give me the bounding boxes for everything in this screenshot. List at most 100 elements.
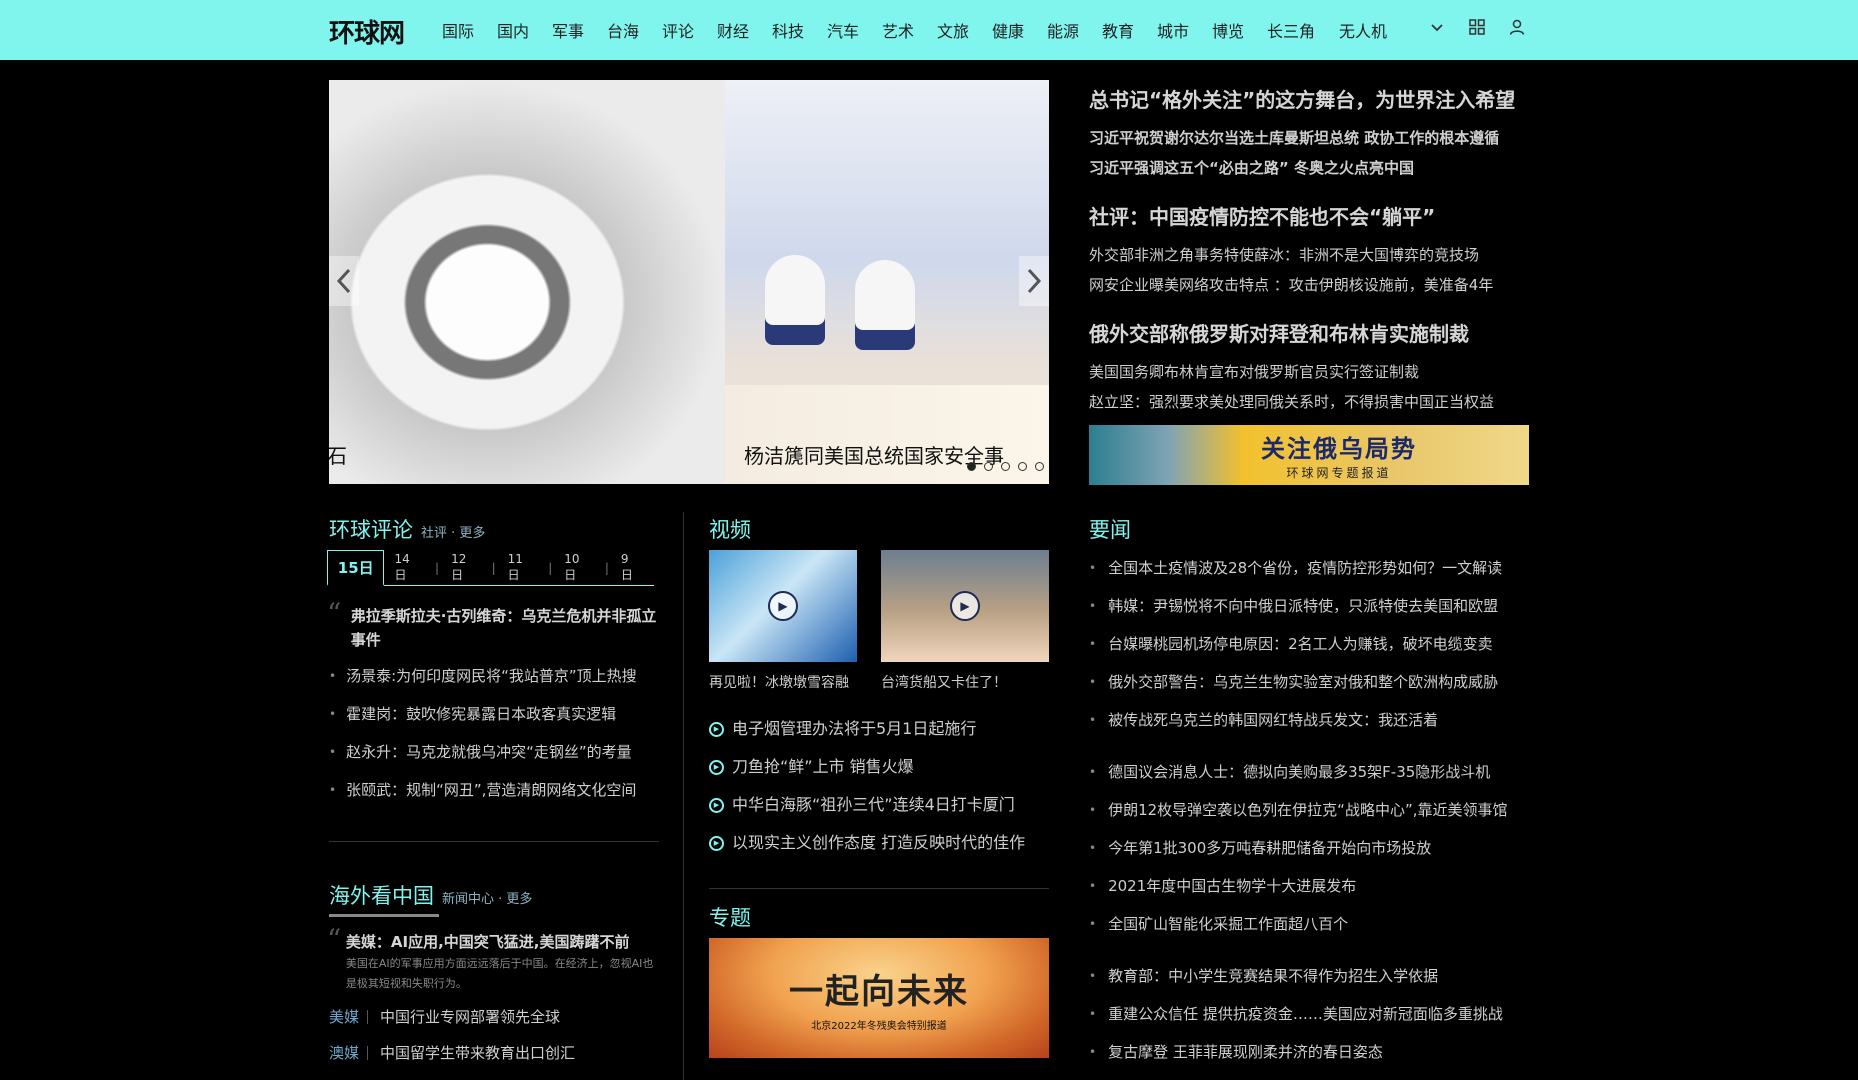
video-caption[interactable]: 再见啦！冰墩墩雪容融: [709, 672, 849, 692]
nav-item-health[interactable]: 健康: [992, 18, 1047, 42]
list-item[interactable]: • 重建公众信任 提供抗疫资金……美国应对新冠面临多重挑战: [1089, 995, 1503, 1033]
video-thumb[interactable]: ▶: [881, 550, 1049, 662]
nav-item-energy[interactable]: 能源: [1047, 18, 1102, 42]
list-item[interactable]: • 汤景泰:为何印度网民将“我站普京”顶上热搜: [329, 657, 637, 695]
tab-11[interactable]: 11日: [508, 552, 535, 583]
headline-main[interactable]: 社评：中国疫情防控不能也不会“躺平”: [1089, 201, 1529, 230]
slider-dot[interactable]: [1001, 462, 1010, 471]
section-title[interactable]: 海外看中国: [329, 880, 434, 910]
slide-caption[interactable]: 杨洁篪同美国总统国家安全事: [744, 440, 1004, 469]
list-item[interactable]: • 俄外交部警告：乌克兰生物实验室对俄和整个欧洲构成威胁: [1089, 663, 1502, 701]
site-logo[interactable]: 环球网: [329, 13, 405, 50]
tab-12[interactable]: 12日: [451, 552, 478, 583]
nav-item-finance[interactable]: 财经: [717, 18, 772, 42]
section-title[interactable]: 视频: [709, 514, 751, 544]
list-item[interactable]: • 2021年度中国古生物学十大进展发布: [1089, 867, 1507, 905]
headline-sub[interactable]: 赵立坚：强烈要求美处理同俄关系时，不得损害中国正当权益: [1089, 387, 1529, 417]
play-circle-icon: ▶: [709, 721, 724, 737]
hero-slider[interactable]: 石 杨洁篪同美国总统国家安全事: [329, 80, 1049, 484]
list-item[interactable]: ▶ 中华白海豚“祖孙三代”连续4日打卡厦门: [709, 786, 1025, 824]
list-item[interactable]: • 今年第1批300多万吨春耕肥储备开始向市场投放: [1089, 829, 1507, 867]
slider-dot[interactable]: [1035, 462, 1044, 471]
nav-item-education[interactable]: 教育: [1102, 18, 1157, 42]
list-item[interactable]: • 德国议会消息人士：德拟向美购最多35架F-35隐形战斗机: [1089, 753, 1507, 791]
nav-item-military[interactable]: 军事: [552, 18, 607, 42]
region-row[interactable]: 美媒 中国行业专网部署领先全球: [329, 1006, 560, 1027]
list-item[interactable]: ▶ 电子烟管理办法将于5月1日起施行: [709, 710, 1025, 748]
nav-item-tech[interactable]: 科技: [772, 18, 827, 42]
list-item[interactable]: • 全国本土疫情波及28个省份，疫情防控形势如何？一文解读: [1089, 549, 1502, 587]
featured-overseas-title[interactable]: 美媒：AI应用,中国突飞猛进,美国踌躇不前: [346, 930, 657, 954]
region-text[interactable]: 中国留学生带来教育出口创汇: [380, 1042, 575, 1063]
topic-section-header: 专题: [709, 902, 751, 932]
slider-prev-button[interactable]: [329, 256, 359, 306]
chevron-right-icon: [1027, 268, 1042, 294]
nav-item-art[interactable]: 艺术: [882, 18, 937, 42]
section-title[interactable]: 要闻: [1089, 514, 1131, 544]
featured-overseas[interactable]: “ 美媒：AI应用,中国突飞猛进,美国踌躇不前 美国在AI的军事应用方面远远落后…: [327, 926, 657, 994]
region-text[interactable]: 中国行业专网部署领先全球: [380, 1006, 560, 1027]
list-item[interactable]: • 张颐武：规制“网丑”,营造清朗网络文化空间: [329, 771, 637, 809]
region-tag[interactable]: 美媒: [329, 1006, 361, 1027]
list-item[interactable]: • 韩媒：尹锡悦将不向中俄日派特使，只派特使去美国和欧盟: [1089, 587, 1502, 625]
special-topic-banner[interactable]: 关注俄乌局势 环球网专题报道: [1089, 425, 1529, 485]
headline-main[interactable]: 俄外交部称俄罗斯对拜登和布林肯实施制裁: [1089, 318, 1529, 347]
list-item[interactable]: ▶ 刀鱼抢“鲜”上市 销售火爆: [709, 748, 1025, 786]
nav-item-yangtze-delta[interactable]: 长三角: [1267, 18, 1339, 42]
comment-section-header: 环球评论 社评 · 更多: [329, 514, 485, 544]
column-divider: [683, 512, 684, 1080]
section-title[interactable]: 专题: [709, 902, 751, 932]
nav-item-city[interactable]: 城市: [1157, 18, 1212, 42]
list-item[interactable]: • 教育部：中小学生竞赛结果不得作为招生入学依据: [1089, 957, 1503, 995]
list-item[interactable]: • 复古摩登 王菲菲展现刚柔并济的春日姿态: [1089, 1033, 1503, 1071]
list-item[interactable]: • 台媒曝桃园机场停电原因：2名工人为赚钱，破坏电缆变卖: [1089, 625, 1502, 663]
list-item[interactable]: • 赵永升：马克龙就俄乌冲突“走钢丝”的考量: [329, 733, 637, 771]
main-nav: 国际 国内 军事 台海 评论 财经 科技 汽车 艺术 文旅 健康 能源 教育 城…: [442, 0, 1411, 60]
nav-item-domestic[interactable]: 国内: [497, 18, 552, 42]
tab-10[interactable]: 10日: [564, 552, 591, 583]
slider-dot[interactable]: [967, 462, 976, 471]
top-headlines: 总书记“格外关注”的这方舞台，为世界注入希望 习近平祝贺谢尔达尔当选土库曼斯坦总…: [1089, 84, 1529, 435]
tab-15[interactable]: 15日: [327, 549, 385, 586]
list-item[interactable]: • 全国矿山智能化采掘工作面超八百个: [1089, 905, 1507, 943]
list-item[interactable]: • 被传战死乌克兰的韩国网红特战兵发文：我还活着: [1089, 701, 1502, 739]
nav-item-travel[interactable]: 文旅: [937, 18, 992, 42]
headline-sub[interactable]: 习近平祝贺谢尔达尔当选土库曼斯坦总统 政协工作的根本遵循: [1089, 123, 1529, 153]
topic-banner[interactable]: 一起向未来 北京2022年冬残奥会特别报道: [709, 938, 1049, 1058]
region-tag[interactable]: 澳媒: [329, 1042, 361, 1063]
play-icon: ▶: [768, 591, 798, 621]
section-title[interactable]: 环球评论: [329, 514, 413, 544]
nav-item-opinion[interactable]: 评论: [662, 18, 717, 42]
comment-list: • 汤景泰:为何印度网民将“我站普京”顶上热搜 • 霍建岗：鼓吹修宪暴露日本政客真实…: [329, 657, 637, 809]
region-row[interactable]: 澳媒 中国留学生带来教育出口创汇: [329, 1042, 575, 1063]
headline-sub[interactable]: 美国国务卿布林肯宣布对俄罗斯官员实行签证制裁: [1089, 357, 1529, 387]
nav-item-international[interactable]: 国际: [442, 18, 497, 42]
chevron-down-icon[interactable]: [1428, 18, 1446, 36]
nav-item-auto[interactable]: 汽车: [827, 18, 882, 42]
section-links[interactable]: 新闻中心 · 更多: [442, 888, 532, 907]
video-thumb[interactable]: ▶: [709, 550, 857, 662]
tab-14[interactable]: 14日: [394, 552, 421, 583]
tab-9[interactable]: 9日: [621, 552, 640, 583]
headline-sub[interactable]: 外交部非洲之角事务特使薛冰：非洲不是大国博弈的竞技场: [1089, 240, 1529, 270]
nav-item-taiwan[interactable]: 台海: [607, 18, 662, 42]
list-item[interactable]: • 伊朗12枚导弹空袭以色列在伊拉克“战略中心”,靠近美领事馆: [1089, 791, 1507, 829]
featured-comment[interactable]: “ 弗拉季斯拉夫·古列维奇：乌克兰危机并非孤立事件: [327, 600, 657, 652]
nav-item-expo[interactable]: 博览: [1212, 18, 1267, 42]
headline-sub[interactable]: 习近平强调这五个“必由之路” 冬奥之火点亮中国: [1089, 153, 1529, 183]
news-list: • 德国议会消息人士：德拟向美购最多35架F-35隐形战斗机 • 伊朗12枚导弹空袭…: [1089, 753, 1507, 943]
nav-item-drone[interactable]: 无人机: [1339, 18, 1411, 42]
slider-dot[interactable]: [984, 462, 993, 471]
slider-dot[interactable]: [1018, 462, 1027, 471]
headline-sub[interactable]: 网安企业曝美网络攻击特点 ：攻击伊朗核设施前，美准备4年: [1089, 270, 1529, 300]
slider-next-button[interactable]: [1019, 256, 1049, 306]
video-caption[interactable]: 台湾货船又卡住了！: [881, 672, 1007, 692]
headline-main[interactable]: 总书记“格外关注”的这方舞台，为世界注入希望: [1089, 84, 1529, 113]
grid-menu-icon[interactable]: [1468, 18, 1486, 36]
user-icon[interactable]: [1508, 18, 1526, 36]
featured-comment-title[interactable]: 弗拉季斯拉夫·古列维奇：乌克兰危机并非孤立事件: [351, 604, 657, 652]
list-item[interactable]: ▶ 以现实主义创作态度 打造反映时代的佳作: [709, 824, 1025, 862]
section-links[interactable]: 社评 · 更多: [421, 522, 485, 541]
list-item[interactable]: • 霍建岗：鼓吹修宪暴露日本政客真实逻辑: [329, 695, 637, 733]
slide-caption-prev: 石: [329, 444, 347, 468]
